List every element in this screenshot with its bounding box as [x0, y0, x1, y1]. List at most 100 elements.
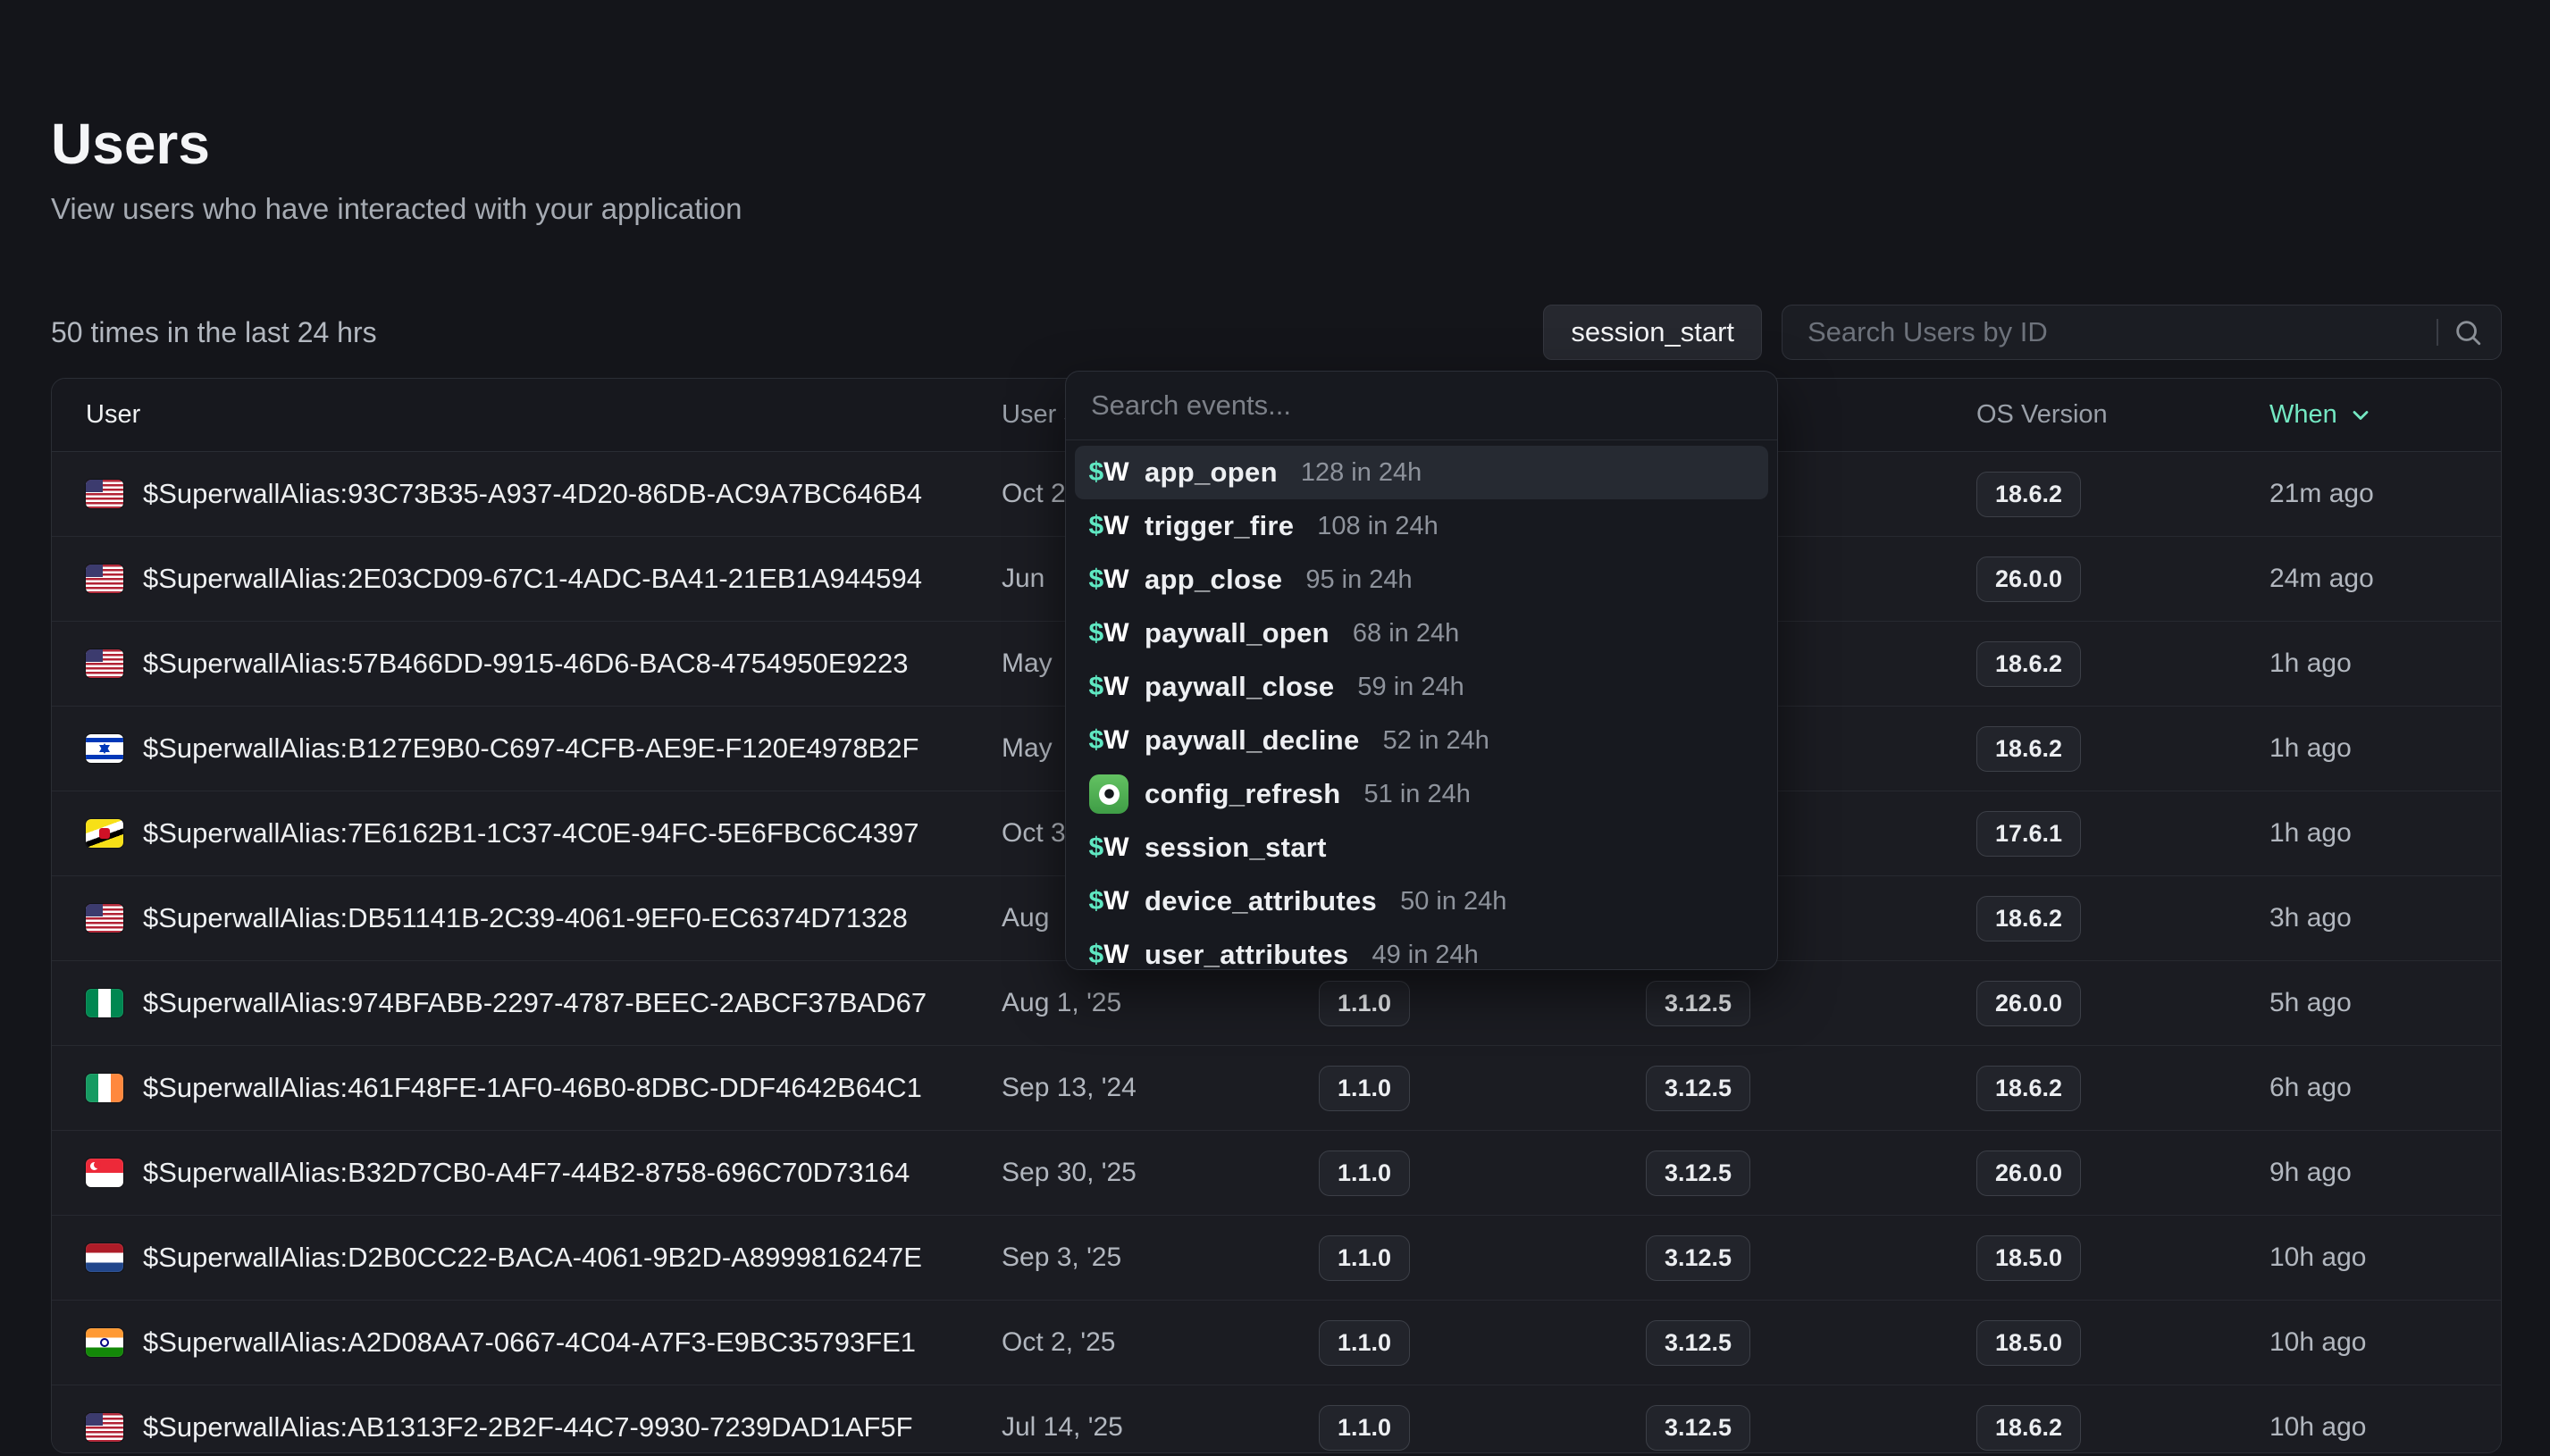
sdk-version-cell: 3.12.5	[1646, 1405, 1976, 1451]
last-seen: 5h ago	[2269, 988, 2501, 1018]
flag-detail	[94, 1161, 101, 1168]
country-flag-sg	[86, 1159, 123, 1187]
sdk-version-badge: 3.12.5	[1646, 1235, 1750, 1281]
toolbar-right: session_start	[1543, 305, 2502, 360]
user-alias: $SuperwallAlias:57B466DD-9915-46D6-BAC8-…	[143, 648, 909, 680]
event-filter-button[interactable]: session_start	[1543, 305, 1762, 360]
table-row[interactable]: $SuperwallAlias:974BFABB-2297-4787-BEEC-…	[52, 961, 2501, 1046]
w-glyph: W	[1103, 672, 1128, 702]
event-option-paywall_open[interactable]: $Wpaywall_open68 in 24h	[1075, 607, 1768, 660]
user-search-box[interactable]	[1782, 305, 2502, 360]
event-name: session_start	[1145, 832, 1327, 864]
superwall-event-icon: $W	[1089, 672, 1128, 702]
os-version-badge: 18.6.2	[1976, 641, 2081, 687]
last-seen: 1h ago	[2269, 649, 2501, 679]
app-version-cell: 1.1.0	[1319, 981, 1646, 1026]
sdk-version-cell: 3.12.5	[1646, 981, 1976, 1026]
dollar-glyph: $	[1089, 457, 1104, 488]
os-version-cell: 18.6.2	[1976, 641, 2269, 687]
superwall-event-icon: $W	[1089, 886, 1128, 916]
event-option-user_attributes[interactable]: $Wuser_attributes49 in 24h	[1075, 928, 1768, 970]
user-cell: $SuperwallAlias:A2D08AA7-0667-4C04-A7F3-…	[52, 1326, 1002, 1359]
sdk-version-cell: 3.12.5	[1646, 1320, 1976, 1366]
last-seen: 10h ago	[2269, 1412, 2501, 1443]
event-name: device_attributes	[1145, 885, 1377, 917]
event-count: 59 in 24h	[1357, 673, 1464, 702]
user-cell: $SuperwallAlias:D2B0CC22-BACA-4061-9B2D-…	[52, 1242, 1002, 1274]
flag-detail	[99, 745, 110, 754]
os-version-badge: 18.6.2	[1976, 896, 2081, 941]
app-version-badge: 1.1.0	[1319, 981, 1410, 1026]
user-alias: $SuperwallAlias:D2B0CC22-BACA-4061-9B2D-…	[143, 1242, 922, 1274]
country-flag-us	[86, 904, 123, 933]
os-version-badge: 26.0.0	[1976, 556, 2081, 602]
table-row[interactable]: $SuperwallAlias:D2B0CC22-BACA-4061-9B2D-…	[52, 1216, 2501, 1301]
last-seen: 1h ago	[2269, 733, 2501, 764]
os-version-badge: 18.5.0	[1976, 1235, 2081, 1281]
os-version-cell: 18.6.2	[1976, 1066, 2269, 1111]
os-version-cell: 18.6.2	[1976, 896, 2269, 941]
header-user: User	[52, 400, 1002, 430]
w-glyph: W	[1103, 565, 1128, 595]
event-name: paywall_decline	[1145, 724, 1360, 757]
user-cell: $SuperwallAlias:93C73B35-A937-4D20-86DB-…	[52, 478, 1002, 510]
last-seen: 6h ago	[2269, 1073, 2501, 1103]
event-dropdown: $Wapp_open128 in 24h$Wtrigger_fire108 in…	[1065, 371, 1778, 970]
table-row[interactable]: $SuperwallAlias:461F48FE-1AF0-46B0-8DBC-…	[52, 1046, 2501, 1131]
country-flag-il	[86, 734, 123, 763]
event-name: config_refresh	[1145, 778, 1341, 810]
country-flag-ng	[86, 989, 123, 1017]
app-version-cell: 1.1.0	[1319, 1405, 1646, 1451]
event-search-input[interactable]	[1089, 389, 1754, 423]
event-option-paywall_decline[interactable]: $Wpaywall_decline52 in 24h	[1075, 714, 1768, 767]
app-version-badge: 1.1.0	[1319, 1235, 1410, 1281]
user-alias: $SuperwallAlias:B127E9B0-C697-4CFB-AE9E-…	[143, 732, 919, 765]
event-name: app_open	[1145, 456, 1278, 489]
header-when-label: When	[2269, 400, 2337, 430]
os-version-badge: 26.0.0	[1976, 1151, 2081, 1196]
table-row[interactable]: $SuperwallAlias:B32D7CB0-A4F7-44B2-8758-…	[52, 1131, 2501, 1216]
chevron-down-icon	[2348, 403, 2373, 428]
last-seen: 10h ago	[2269, 1243, 2501, 1273]
user-search-input[interactable]	[1806, 315, 2426, 349]
event-option-paywall_close[interactable]: $Wpaywall_close59 in 24h	[1075, 660, 1768, 714]
event-option-app_open[interactable]: $Wapp_open128 in 24h	[1075, 446, 1768, 499]
config-app-icon	[1089, 774, 1128, 814]
superwall-event-icon: $W	[1089, 725, 1128, 756]
country-flag-nl	[86, 1243, 123, 1272]
user-since: Sep 3, '25	[1002, 1243, 1319, 1273]
header-when-sort[interactable]: When	[2269, 400, 2501, 430]
event-name: app_close	[1145, 564, 1282, 596]
sdk-version-cell: 3.12.5	[1646, 1151, 1976, 1196]
w-glyph: W	[1103, 457, 1128, 488]
table-row[interactable]: $SuperwallAlias:A2D08AA7-0667-4C04-A7F3-…	[52, 1301, 2501, 1385]
user-alias: $SuperwallAlias:B32D7CB0-A4F7-44B2-8758-…	[143, 1157, 910, 1189]
user-cell: $SuperwallAlias:7E6162B1-1C37-4C0E-94FC-…	[52, 817, 1002, 849]
event-search-box[interactable]	[1066, 372, 1777, 440]
os-version-cell: 18.6.2	[1976, 726, 2269, 772]
app-version-cell: 1.1.0	[1319, 1235, 1646, 1281]
event-count-text: 50 times in the last 24 hrs	[51, 316, 377, 349]
user-alias: $SuperwallAlias:974BFABB-2297-4787-BEEC-…	[143, 987, 927, 1019]
users-page: Users View users who have interacted wit…	[0, 0, 2550, 1456]
event-option-app_close[interactable]: $Wapp_close95 in 24h	[1075, 553, 1768, 607]
event-option-config_refresh[interactable]: config_refresh 51 in 24h	[1075, 767, 1768, 821]
user-alias: $SuperwallAlias:A2D08AA7-0667-4C04-A7F3-…	[143, 1326, 916, 1359]
user-alias: $SuperwallAlias:7E6162B1-1C37-4C0E-94FC-…	[143, 817, 919, 849]
event-count: 128 in 24h	[1301, 458, 1422, 488]
event-count: 51 in 24h	[1364, 780, 1471, 809]
w-glyph: W	[1103, 833, 1128, 863]
sdk-version-badge: 3.12.5	[1646, 1151, 1750, 1196]
event-option-session_start[interactable]: $Wsession_start	[1075, 821, 1768, 874]
superwall-event-icon: $W	[1089, 457, 1128, 488]
user-since: Oct 2, '25	[1002, 1327, 1319, 1358]
country-flag-bn	[86, 819, 123, 848]
app-version-cell: 1.1.0	[1319, 1320, 1646, 1366]
os-version-cell: 26.0.0	[1976, 556, 2269, 602]
search-icon[interactable]	[2453, 317, 2483, 347]
event-count: 95 in 24h	[1305, 565, 1412, 595]
table-row[interactable]: $SuperwallAlias:AB1313F2-2B2F-44C7-9930-…	[52, 1385, 2501, 1453]
event-option-device_attributes[interactable]: $Wdevice_attributes50 in 24h	[1075, 874, 1768, 928]
user-cell: $SuperwallAlias:2E03CD09-67C1-4ADC-BA41-…	[52, 563, 1002, 595]
event-option-trigger_fire[interactable]: $Wtrigger_fire108 in 24h	[1075, 499, 1768, 553]
